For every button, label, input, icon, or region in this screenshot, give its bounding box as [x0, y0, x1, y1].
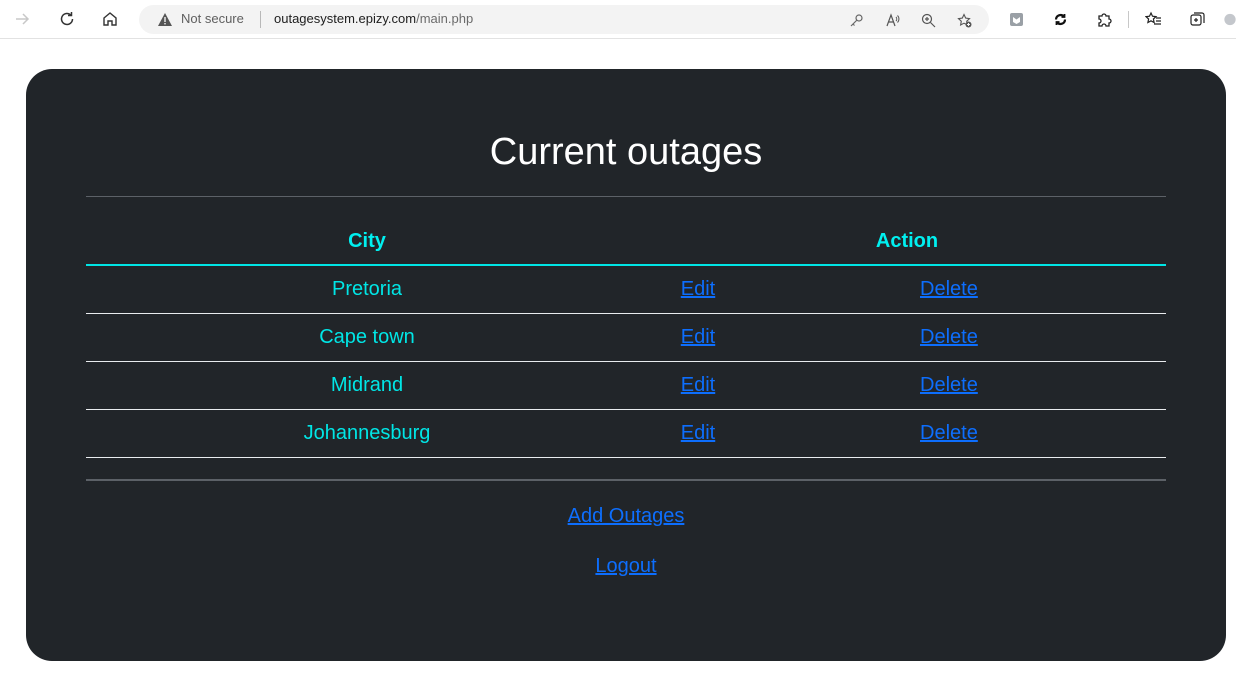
table-row: Johannesburg Edit Delete — [86, 409, 1166, 458]
collections-icon — [1189, 11, 1205, 26]
refresh-button[interactable] — [54, 6, 80, 32]
table-row: Pretoria Edit Delete — [86, 265, 1166, 314]
city-cell: Cape town — [86, 313, 648, 362]
arrow-right-icon — [16, 13, 30, 25]
header-action: Action — [648, 221, 1166, 266]
table-row: Cape town Edit Delete — [86, 313, 1166, 362]
divider-top — [86, 196, 1166, 197]
profile-icon — [1224, 13, 1236, 25]
edit-link[interactable]: Edit — [681, 278, 715, 300]
delete-link[interactable]: Delete — [920, 374, 978, 397]
extension-sync-button[interactable] — [1049, 8, 1071, 30]
address-bar[interactable]: Not secure outagesystem.epizy.com/main.p… — [139, 5, 989, 34]
delete-link[interactable]: Delete — [920, 278, 978, 301]
add-outages-link[interactable]: Add Outages — [568, 505, 685, 527]
warning-icon — [158, 13, 172, 26]
extensions-button[interactable] — [1093, 8, 1115, 30]
url-host: outagesystem.epizy.com — [274, 11, 417, 26]
city-cell: Johannesburg — [86, 409, 648, 458]
collections-button[interactable] — [1186, 8, 1208, 30]
key-button[interactable] — [846, 10, 866, 30]
puzzle-icon — [1097, 12, 1112, 27]
url-text[interactable]: outagesystem.epizy.com/main.php — [274, 11, 473, 26]
zoom-in-icon — [921, 13, 935, 27]
read-aloud-icon — [885, 12, 899, 26]
edit-link[interactable]: Edit — [681, 422, 715, 444]
add-favorite-button[interactable] — [954, 10, 974, 30]
table-header-row: City Action — [86, 221, 1166, 266]
city-cell: Pretoria — [86, 265, 648, 314]
delete-link[interactable]: Delete — [920, 422, 978, 445]
refresh-icon — [60, 12, 74, 26]
key-icon — [850, 13, 863, 26]
read-aloud-button[interactable] — [882, 10, 902, 30]
url-separator — [260, 11, 261, 28]
favorites-icon — [1144, 11, 1161, 25]
home-button[interactable] — [97, 6, 123, 32]
page-title: Current outages — [489, 131, 763, 173]
edit-link[interactable]: Edit — [681, 374, 715, 396]
add-outages-container: Add Outages — [26, 505, 1226, 528]
url-path: /main.php — [416, 11, 474, 26]
zoom-button[interactable] — [918, 10, 938, 30]
forward-button[interactable] — [9, 6, 35, 32]
logout-container: Logout — [26, 555, 1226, 578]
shield-icon — [1009, 12, 1023, 26]
outages-table: City Action Pretoria Edit Delete Cape to… — [86, 221, 1166, 458]
home-icon — [103, 12, 117, 26]
delete-link[interactable]: Delete — [920, 326, 978, 349]
logout-link[interactable]: Logout — [595, 555, 656, 577]
table-row: Midrand Edit Delete — [86, 361, 1166, 410]
profile-button[interactable] — [1224, 8, 1236, 30]
city-cell: Midrand — [86, 361, 648, 410]
extension-shield-button[interactable] — [1005, 8, 1027, 30]
security-status[interactable]: Not secure — [181, 11, 244, 26]
favorites-button[interactable] — [1142, 8, 1164, 30]
divider-bottom — [86, 479, 1166, 481]
toolbar-divider — [1128, 11, 1129, 28]
edit-link[interactable]: Edit — [681, 326, 715, 348]
sync-icon — [1054, 13, 1066, 25]
header-city: City — [86, 221, 648, 266]
star-add-icon — [956, 12, 971, 27]
browser-toolbar: Not secure outagesystem.epizy.com/main.p… — [0, 0, 1236, 39]
outages-card: Current outages City Action Pretoria Edi… — [26, 69, 1226, 661]
